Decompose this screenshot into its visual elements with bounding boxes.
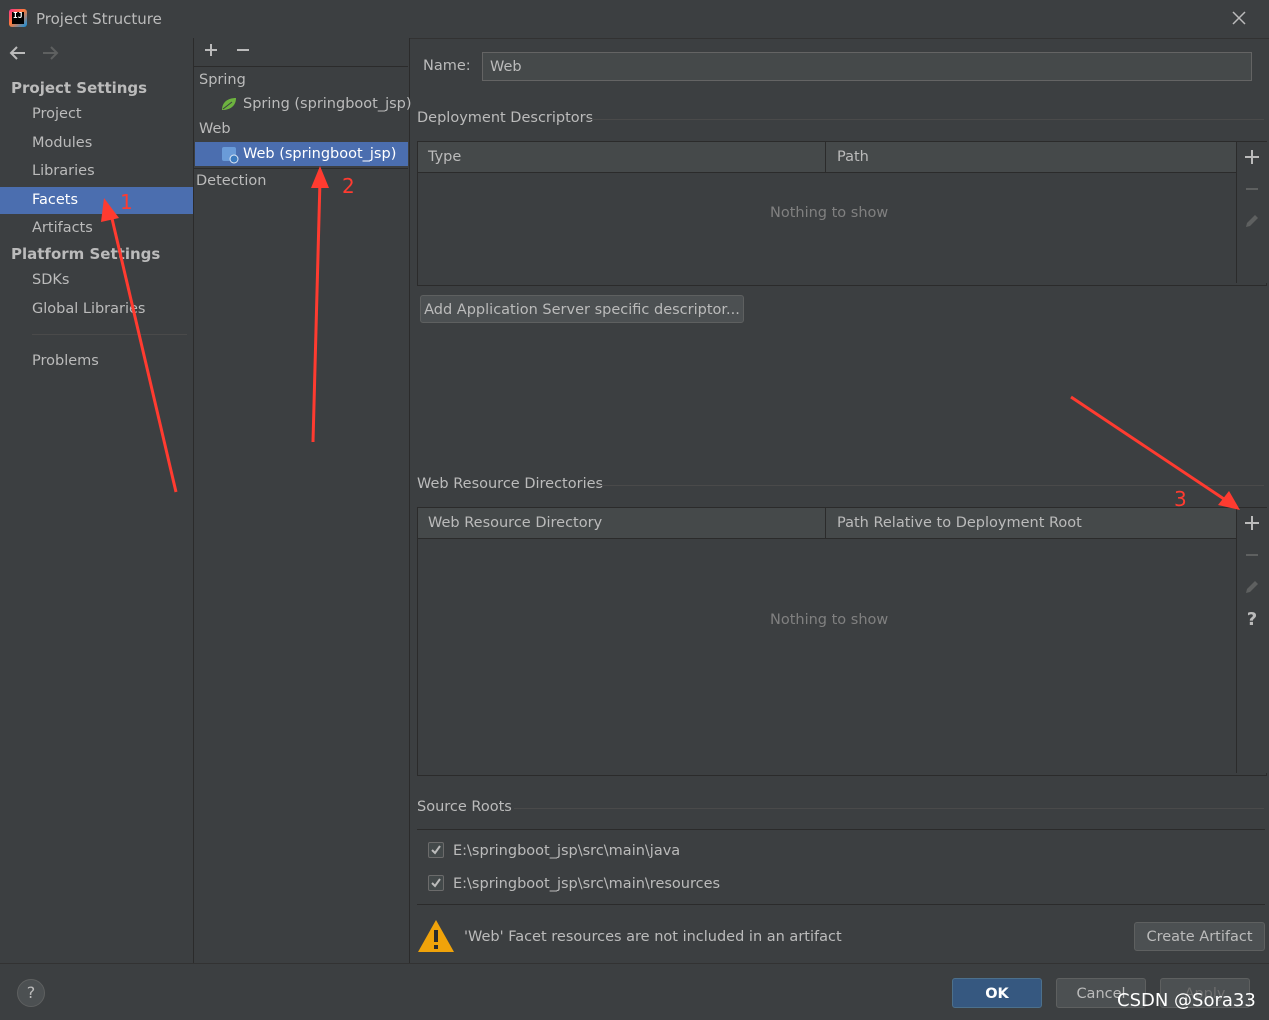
watermark: CSDN @Sora33: [1117, 990, 1256, 1011]
annotation-label: 2: [342, 174, 355, 198]
annotation-label: 1: [120, 190, 133, 214]
annotation-label: 3: [1174, 487, 1187, 511]
annotation-arrows: [101, 166, 1240, 510]
